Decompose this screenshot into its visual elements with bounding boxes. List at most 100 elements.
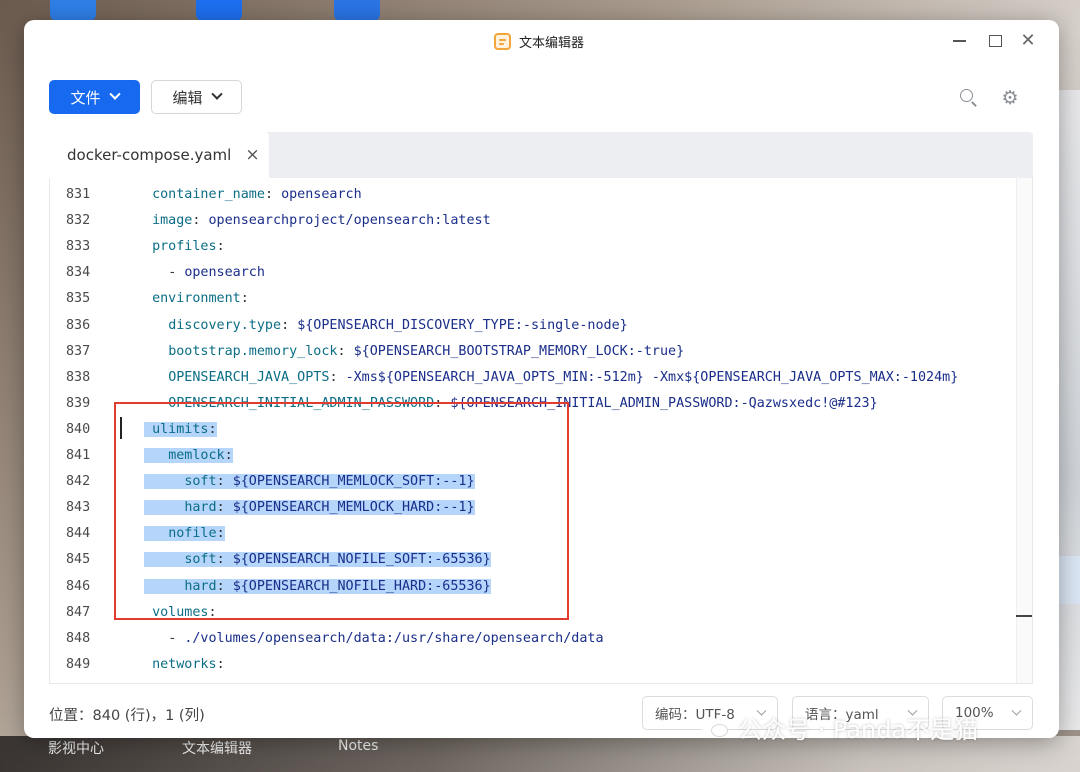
line-number: 831 — [66, 187, 91, 202]
taskbar-item[interactable]: 影视中心 — [48, 738, 104, 758]
annotation-highlight-box — [114, 402, 569, 620]
code-text: - opensearch — [144, 260, 265, 286]
yaml-key: profiles — [152, 239, 217, 255]
code-text: discovery.type: ${OPENSEARCH_DISCOVERY_T… — [144, 313, 628, 339]
code-line[interactable]: 835 environment: — [50, 286, 1016, 312]
minimize-button[interactable] — [948, 30, 970, 52]
tab-label: docker-compose.yaml — [67, 146, 232, 164]
edit-menu-label: 编辑 — [172, 88, 203, 107]
gear-icon[interactable]: ⚙ — [1000, 88, 1020, 108]
wechat-icon — [700, 715, 730, 741]
code-line[interactable]: 838 OPENSEARCH_JAVA_OPTS: -Xms${OPENSEAR… — [50, 365, 1016, 391]
line-number: 847 — [66, 604, 91, 620]
yaml-key: image — [152, 213, 193, 229]
code-line[interactable]: 849 networks: — [50, 652, 1016, 678]
code-text: bootstrap.memory_lock: ${OPENSEARCH_BOOT… — [144, 339, 684, 365]
tab-docker-compose[interactable]: docker-compose.yaml × — [49, 132, 269, 178]
text-editor-window: 文本编辑器 ✕ 文件 编辑 ⚙ docker-compose.yaml × 83… — [24, 20, 1059, 738]
line-number: 837 — [66, 343, 91, 359]
window-title: 文本编辑器 — [519, 36, 585, 51]
line-number: 840 — [66, 421, 91, 437]
search-icon[interactable] — [959, 88, 979, 108]
line-number: 844 — [66, 526, 91, 542]
desktop-app-icon[interactable] — [50, 0, 96, 22]
minimize-icon — [952, 40, 966, 42]
taskbar-item[interactable]: Notes — [338, 738, 378, 754]
yaml-value: ${OPENSEARCH_DISCOVERY_TYPE:-single-node… — [297, 317, 628, 333]
watermark-text: 公众号 · Panda不是猫 — [738, 716, 979, 744]
yaml-value: opensearch — [281, 187, 362, 202]
code-line[interactable]: 834 - opensearch — [50, 260, 1016, 286]
line-number: 838 — [66, 369, 91, 385]
title-bar[interactable]: 文本编辑器 ✕ — [24, 20, 1059, 62]
yaml-separator: : — [337, 343, 354, 359]
code-text: container_name: opensearch — [144, 182, 362, 208]
tab-close-icon[interactable]: × — [245, 145, 259, 165]
line-number: 832 — [66, 213, 91, 229]
notepad-icon — [494, 33, 511, 50]
yaml-key: OPENSEARCH_JAVA_OPTS — [168, 369, 330, 385]
code-line[interactable]: 831 container_name: opensearch — [50, 182, 1016, 208]
code-text: image: opensearchproject/opensearch:late… — [144, 208, 491, 234]
yaml-value: -Xms${OPENSEARCH_JAVA_OPTS_MIN:-512m} -X… — [345, 369, 959, 385]
line-number: 846 — [66, 578, 91, 594]
yaml-separator: : — [216, 239, 225, 255]
yaml-value: ./volumes/opensearch/data:/usr/share/ope… — [184, 630, 604, 646]
yaml-key: - — [168, 265, 185, 281]
yaml-key: bootstrap.memory_lock — [168, 343, 338, 359]
yaml-key: environment — [152, 291, 241, 307]
desktop-app-icon[interactable] — [334, 0, 380, 22]
yaml-key: container_name — [152, 187, 265, 202]
code-text: OPENSEARCH_JAVA_OPTS: -Xms${OPENSEARCH_J… — [144, 365, 958, 391]
chevron-down-icon — [1011, 705, 1022, 716]
file-menu-label: 文件 — [70, 88, 101, 107]
code-line[interactable]: 837 bootstrap.memory_lock: ${OPENSEARCH_… — [50, 339, 1016, 365]
line-number: 849 — [66, 656, 91, 672]
line-number: 833 — [66, 239, 91, 255]
line-number: 842 — [66, 474, 91, 490]
line-number: 848 — [66, 630, 91, 646]
code-line[interactable]: 832 image: opensearchproject/opensearch:… — [50, 208, 1016, 234]
file-menu-button[interactable]: 文件 — [49, 80, 140, 114]
yaml-key: - — [168, 630, 185, 646]
yaml-value: opensearchproject/opensearch:latest — [208, 213, 491, 229]
line-number: 839 — [66, 395, 91, 411]
code-text: profiles: — [144, 234, 225, 260]
code-text: - ./volumes/opensearch/data:/usr/share/o… — [144, 626, 604, 652]
edit-menu-button[interactable]: 编辑 — [151, 80, 242, 114]
close-window-button[interactable]: ✕ — [1017, 30, 1039, 52]
maximize-icon — [988, 35, 1002, 47]
chevron-down-icon — [108, 88, 121, 100]
cursor-position: 位置：840 (行)，1 (列) — [49, 708, 205, 724]
yaml-key: networks — [152, 656, 217, 672]
code-text: networks: — [144, 652, 225, 678]
yaml-value: ${OPENSEARCH_BOOTSTRAP_MEMORY_LOCK:-true… — [353, 343, 685, 359]
yaml-separator: : — [281, 317, 298, 333]
taskbar-item[interactable]: 文本编辑器 — [182, 738, 252, 758]
close-icon: ✕ — [1020, 30, 1036, 51]
yaml-separator: : — [240, 291, 249, 307]
yaml-value: opensearch — [184, 265, 265, 281]
yaml-separator: : — [216, 656, 225, 672]
line-number: 835 — [66, 291, 91, 307]
code-line[interactable]: 833 profiles: — [50, 234, 1016, 260]
chevron-down-icon — [210, 88, 223, 100]
scrollbar-position-marker — [1016, 615, 1032, 617]
code-editor[interactable]: 831 container_name: opensearch 832 image:… — [49, 178, 1033, 684]
line-number: 836 — [66, 317, 91, 333]
yaml-separator: : — [329, 369, 346, 385]
vertical-scrollbar[interactable] — [1016, 178, 1032, 683]
line-number: 845 — [66, 552, 91, 568]
line-number: 834 — [66, 265, 91, 281]
code-line[interactable]: 848 - ./volumes/opensearch/data:/usr/sha… — [50, 626, 1016, 652]
maximize-button[interactable] — [984, 30, 1006, 52]
tab-strip: docker-compose.yaml × — [49, 132, 1033, 178]
yaml-separator: : — [264, 187, 282, 202]
yaml-key: discovery.type — [168, 317, 282, 333]
desktop-app-icon[interactable] — [196, 0, 242, 22]
code-line[interactable]: 836 discovery.type: ${OPENSEARCH_DISCOVE… — [50, 313, 1016, 339]
watermark: 公众号 · Panda不是猫 — [700, 710, 978, 745]
yaml-separator: : — [192, 213, 209, 229]
background-window-edge — [1058, 90, 1080, 730]
line-number: 841 — [66, 448, 91, 463]
